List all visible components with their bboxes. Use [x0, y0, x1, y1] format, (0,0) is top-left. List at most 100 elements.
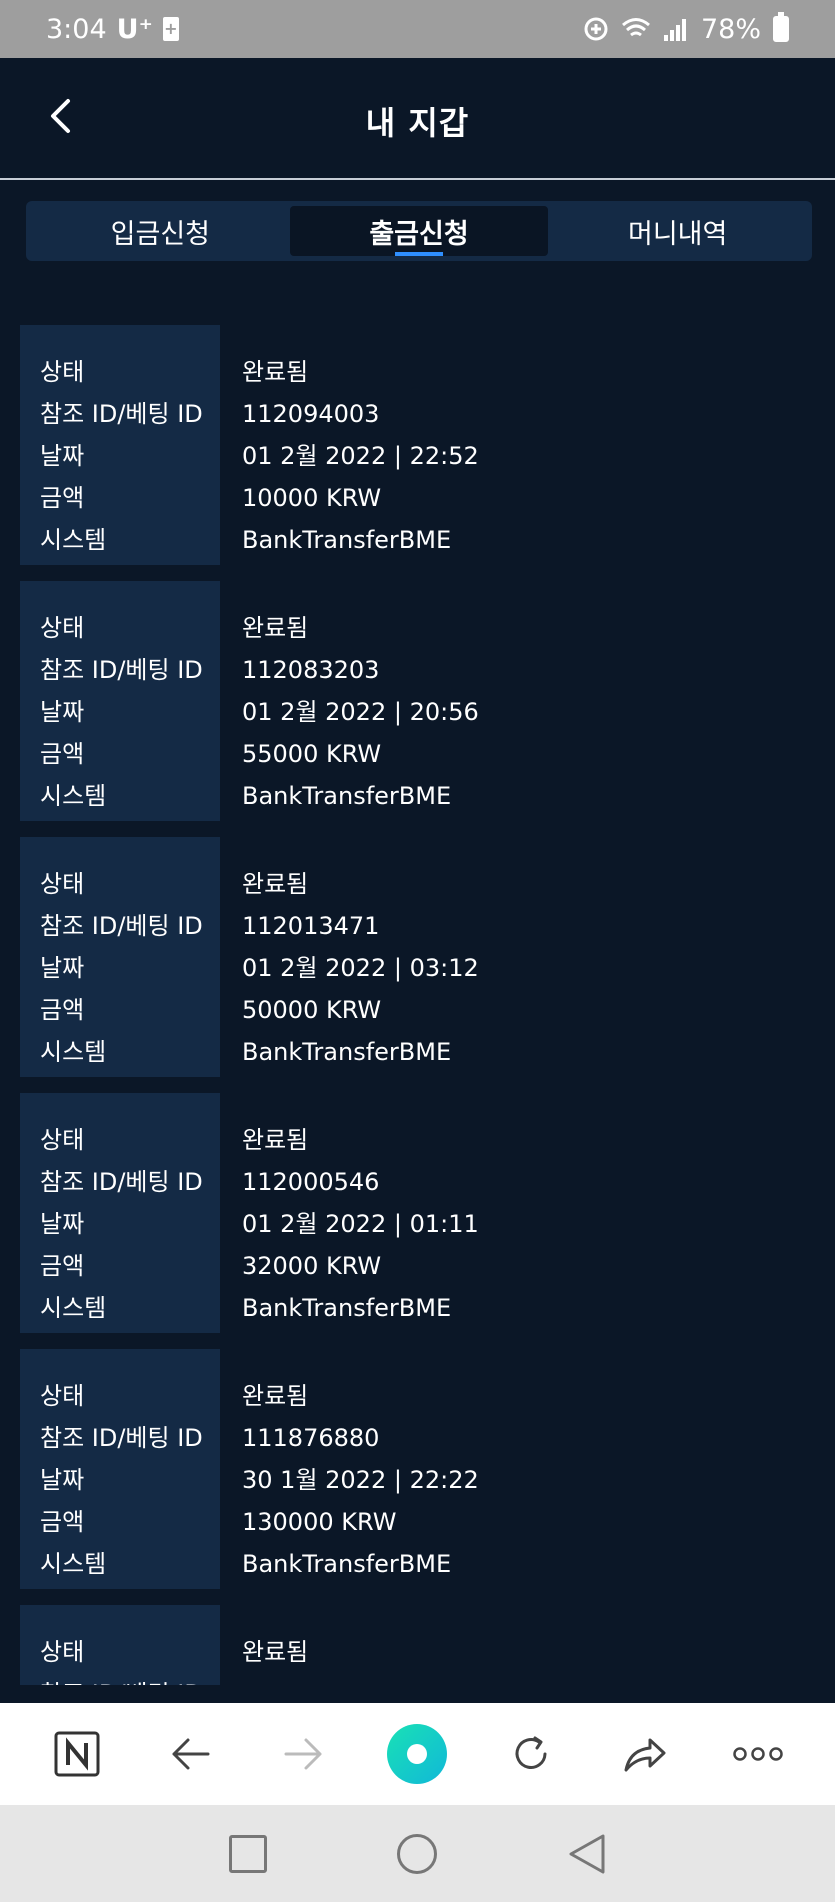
page-title: 내 지갑 [365, 104, 470, 142]
system-value: BankTransferBME [242, 1294, 452, 1322]
status-value: 완료됨 [242, 1638, 309, 1666]
ref-id-label: 참조 ID/베팅 ID [40, 1673, 220, 1685]
status-label: 상태 [40, 358, 85, 386]
refresh-icon [515, 1736, 547, 1769]
system-label: 시스템 [40, 782, 107, 810]
system-label: 시스템 [40, 1550, 107, 1578]
naver-icon [54, 1731, 100, 1777]
status-label: 상태 [40, 870, 85, 898]
ref-id-value: 112094003 [242, 400, 380, 428]
status-bar: 3:04 U⁺ + 78% [0, 0, 835, 58]
more-button[interactable] [723, 1719, 793, 1789]
record-values: 완료됨 112083203 01 2월 2022 | 20:56 55000 K… [220, 581, 815, 821]
date-label: 날짜 [40, 954, 85, 982]
battery-percent: 78% [700, 13, 761, 45]
record-labels: 상태 참조 ID/베팅 ID 날짜 금액 시스템 [20, 1093, 220, 1333]
withdrawal-list[interactable]: 상태 참조 ID/베팅 ID 날짜 금액 시스템 완료됨 112094003 0… [20, 325, 815, 1685]
system-value: BankTransferBME [242, 1550, 452, 1578]
data-saver-icon [584, 17, 608, 41]
status-value: 완료됨 [242, 358, 309, 386]
back-arrow-icon [172, 1738, 210, 1770]
ref-id-label: 참조 ID/베팅 ID [40, 1424, 203, 1452]
forward-arrow-icon [284, 1738, 322, 1770]
record-labels: 상태 참조 ID/베팅 ID [20, 1605, 220, 1685]
amount-value: 10000 KRW [242, 484, 382, 512]
amount-label: 금액 [40, 1508, 85, 1536]
status-label: 상태 [40, 1638, 85, 1666]
back-triangle-icon[interactable] [567, 1833, 607, 1875]
record-values: 완료됨 [220, 1605, 815, 1685]
status-label: 상태 [40, 614, 85, 642]
amount-label: 금액 [40, 996, 85, 1024]
ref-id-value: 111876880 [242, 1424, 380, 1452]
list-item: 상태 참조 ID/베팅 ID 날짜 금액 시스템 완료됨 112094003 0… [20, 325, 815, 565]
date-value: 01 2월 2022 | 01:11 [242, 1210, 479, 1238]
ref-id-label: 참조 ID/베팅 ID [40, 656, 203, 684]
amount-label: 금액 [40, 1252, 85, 1280]
date-label: 날짜 [40, 698, 85, 726]
status-label: 상태 [40, 1126, 85, 1154]
amount-label: 금액 [40, 740, 85, 768]
record-values: 완료됨 112094003 01 2월 2022 | 22:52 10000 K… [220, 325, 815, 565]
system-value: BankTransferBME [242, 782, 452, 810]
date-value: 01 2월 2022 | 22:52 [242, 442, 479, 470]
tab-deposit-request[interactable]: 입금신청 [31, 206, 290, 256]
share-button[interactable] [610, 1719, 680, 1789]
wallet-tabs: 입금신청 출금신청 머니내역 [26, 201, 812, 261]
battery-icon [773, 12, 789, 42]
amount-value: 32000 KRW [242, 1252, 382, 1280]
status-label: 상태 [40, 1382, 85, 1410]
status-value: 완료됨 [242, 1126, 309, 1154]
record-labels: 상태 참조 ID/베팅 ID 날짜 금액 시스템 [20, 1349, 220, 1589]
signal-icon [663, 19, 686, 41]
list-item: 상태 참조 ID/베팅 ID 완료됨 [20, 1605, 815, 1685]
list-item: 상태 참조 ID/베팅 ID 날짜 금액 시스템 완료됨 111876880 3… [20, 1349, 815, 1589]
share-icon [624, 1738, 666, 1772]
list-item: 상태 참조 ID/베팅 ID 날짜 금액 시스템 완료됨 112000546 0… [20, 1093, 815, 1333]
status-time: 3:04 [46, 13, 107, 45]
list-item: 상태 참조 ID/베팅 ID 날짜 금액 시스템 완료됨 112013471 0… [20, 837, 815, 1077]
home-orb-icon [387, 1724, 448, 1784]
ref-id-label: 참조 ID/베팅 ID [40, 1168, 203, 1196]
battery-saver-icon: + [162, 17, 179, 41]
refresh-button[interactable] [496, 1719, 566, 1789]
record-values: 완료됨 111876880 30 1월 2022 | 22:22 130000 … [220, 1349, 815, 1589]
system-navigation [0, 1805, 835, 1902]
wifi-icon [622, 18, 650, 37]
ref-id-value: 112013471 [242, 912, 380, 940]
more-icon [733, 1747, 783, 1761]
tab-withdraw-request[interactable]: 출금신청 [289, 206, 549, 256]
system-label: 시스템 [40, 1294, 107, 1322]
naver-home-button[interactable] [42, 1719, 112, 1789]
ref-id-label: 참조 ID/베팅 ID [40, 912, 203, 940]
tab-money-history[interactable]: 머니내역 [548, 206, 807, 256]
ref-id-value: 112083203 [242, 656, 380, 684]
amount-label: 금액 [40, 484, 85, 512]
forward-nav-button[interactable] [269, 1719, 339, 1789]
app-header: 내 지갑 [0, 58, 835, 180]
status-value: 완료됨 [242, 1382, 309, 1410]
amount-value: 50000 KRW [242, 996, 382, 1024]
date-value: 30 1월 2022 | 22:22 [242, 1466, 479, 1494]
amount-value: 130000 KRW [242, 1508, 397, 1536]
date-label: 날짜 [40, 442, 85, 470]
ref-id-value [242, 1673, 815, 1685]
system-value: BankTransferBME [242, 1038, 452, 1066]
system-label: 시스템 [40, 1038, 107, 1066]
record-labels: 상태 참조 ID/베팅 ID 날짜 금액 시스템 [20, 581, 220, 821]
home-button[interactable] [396, 1833, 437, 1874]
system-label: 시스템 [40, 526, 107, 554]
record-values: 완료됨 112013471 01 2월 2022 | 03:12 50000 K… [220, 837, 815, 1077]
ref-id-label: 참조 ID/베팅 ID [40, 400, 203, 428]
recent-apps-button[interactable] [228, 1834, 267, 1873]
record-labels: 상태 참조 ID/베팅 ID 날짜 금액 시스템 [20, 837, 220, 1077]
date-value: 01 2월 2022 | 03:12 [242, 954, 479, 982]
date-label: 날짜 [40, 1466, 85, 1494]
status-value: 완료됨 [242, 614, 309, 642]
amount-value: 55000 KRW [242, 740, 382, 768]
record-labels: 상태 참조 ID/베팅 ID 날짜 금액 시스템 [20, 325, 220, 565]
back-nav-button[interactable] [155, 1719, 225, 1789]
list-item: 상태 참조 ID/베팅 ID 날짜 금액 시스템 완료됨 112083203 0… [20, 581, 815, 821]
home-orb-button[interactable] [382, 1719, 452, 1789]
carrier-label: U⁺ [116, 13, 153, 45]
